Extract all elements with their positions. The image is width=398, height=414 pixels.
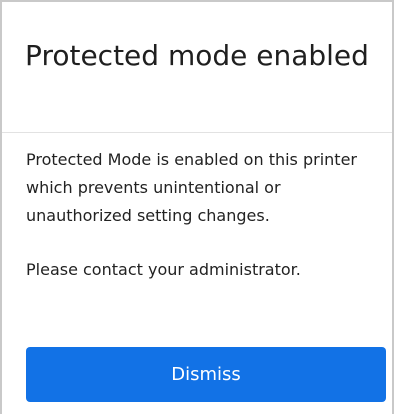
dismiss-button[interactable]: Dismiss (26, 347, 386, 402)
title-divider (2, 132, 392, 133)
dialog-message: Protected Mode is enabled on this printe… (26, 150, 357, 225)
dialog-title: Protected mode enabled (25, 39, 369, 72)
contact-administrator-text: Please contact your administrator. (26, 260, 301, 279)
protected-mode-dialog: Protected mode enabled Protected Mode is… (0, 0, 394, 414)
